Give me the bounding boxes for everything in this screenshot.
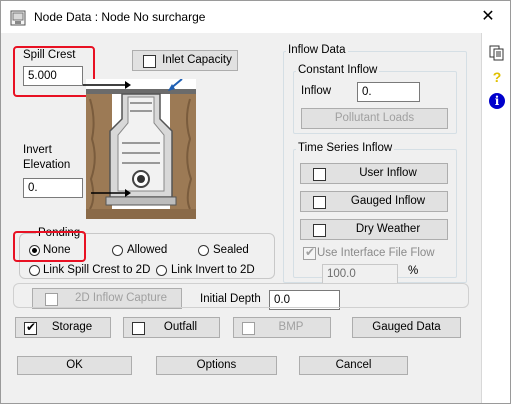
inflow-input[interactable]: 0. (357, 82, 420, 102)
ponding-allowed-label: Allowed (127, 244, 168, 256)
inlet-capacity-button[interactable]: Inlet Capacity (132, 50, 238, 71)
bmp-checkbox[interactable] (242, 322, 255, 335)
checkmark-icon: ✔ (26, 320, 37, 334)
window-title: Node Data : Node No surcharge (34, 10, 206, 24)
inlet-capacity-checkbox[interactable] (143, 55, 156, 68)
ponding-link-spill-label: Link Spill Crest to 2D (43, 264, 151, 276)
options-panel (13, 283, 469, 308)
ok-button[interactable]: OK (17, 356, 132, 375)
ponding-none-highlight (13, 231, 86, 262)
cancel-button[interactable]: Cancel (299, 356, 408, 375)
storage-checkbox[interactable]: ✔ (24, 320, 37, 335)
help-icon[interactable]: ? (489, 69, 505, 85)
ponding-link-invert-radio[interactable] (156, 265, 167, 276)
storage-button[interactable]: ✔ Storage (15, 317, 111, 338)
interface-percent-input[interactable]: 100.0 (322, 264, 398, 284)
use-interface-checkbox[interactable]: ✔ (303, 245, 316, 260)
ponding-sealed-label: Sealed (213, 244, 249, 256)
side-toolbar: ? i (481, 33, 510, 403)
bmp-button[interactable]: BMP (233, 317, 331, 338)
outfall-button[interactable]: Outfall (123, 317, 220, 338)
app-icon (10, 10, 26, 26)
invert-label-line2: Elevation (23, 159, 71, 171)
close-button[interactable]: ✕ (470, 3, 506, 31)
pollutant-loads-button[interactable]: Pollutant Loads (301, 108, 448, 129)
outfall-checkbox[interactable] (132, 322, 145, 335)
user-inflow-checkbox[interactable] (313, 168, 326, 181)
constant-inflow-title: Constant Inflow (296, 64, 380, 76)
options-button[interactable]: Options (156, 356, 277, 375)
invert-label-line1: Invert (23, 144, 52, 156)
user-inflow-button[interactable]: User Inflow (300, 163, 448, 184)
copy-icon[interactable] (489, 45, 505, 61)
info-icon[interactable]: i (489, 93, 505, 109)
ponding-link-invert-label: Link Invert to 2D (171, 264, 255, 276)
use-interface-label: Use Interface File Flow (317, 247, 435, 259)
percent-unit-label: % (408, 265, 419, 277)
ponding-sealed-radio[interactable] (198, 245, 209, 256)
close-icon: ✕ (481, 8, 495, 25)
title-bar: Node Data : Node No surcharge ✕ (1, 1, 510, 33)
dry-weather-checkbox[interactable] (313, 224, 326, 237)
ponding-link-spill-radio[interactable] (29, 265, 40, 276)
dry-weather-button[interactable]: Dry Weather (300, 219, 448, 240)
invert-elevation-input[interactable]: 0. (23, 178, 83, 198)
checkmark-icon: ✔ (305, 245, 316, 259)
gauged-inflow-checkbox[interactable] (313, 196, 326, 209)
ponding-allowed-radio[interactable] (112, 245, 123, 256)
node-data-dialog: Node Data : Node No surcharge ✕ ? i Spil… (0, 0, 511, 404)
inflow-label: Inflow (301, 85, 332, 97)
time-series-inflow-title: Time Series Inflow (296, 142, 395, 154)
inflow-data-title: Inflow Data (286, 44, 348, 56)
spill-crest-arrow (83, 81, 131, 197)
gauged-inflow-button[interactable]: Gauged Inflow (300, 191, 448, 212)
gauged-data-button[interactable]: Gauged Data (352, 317, 461, 338)
